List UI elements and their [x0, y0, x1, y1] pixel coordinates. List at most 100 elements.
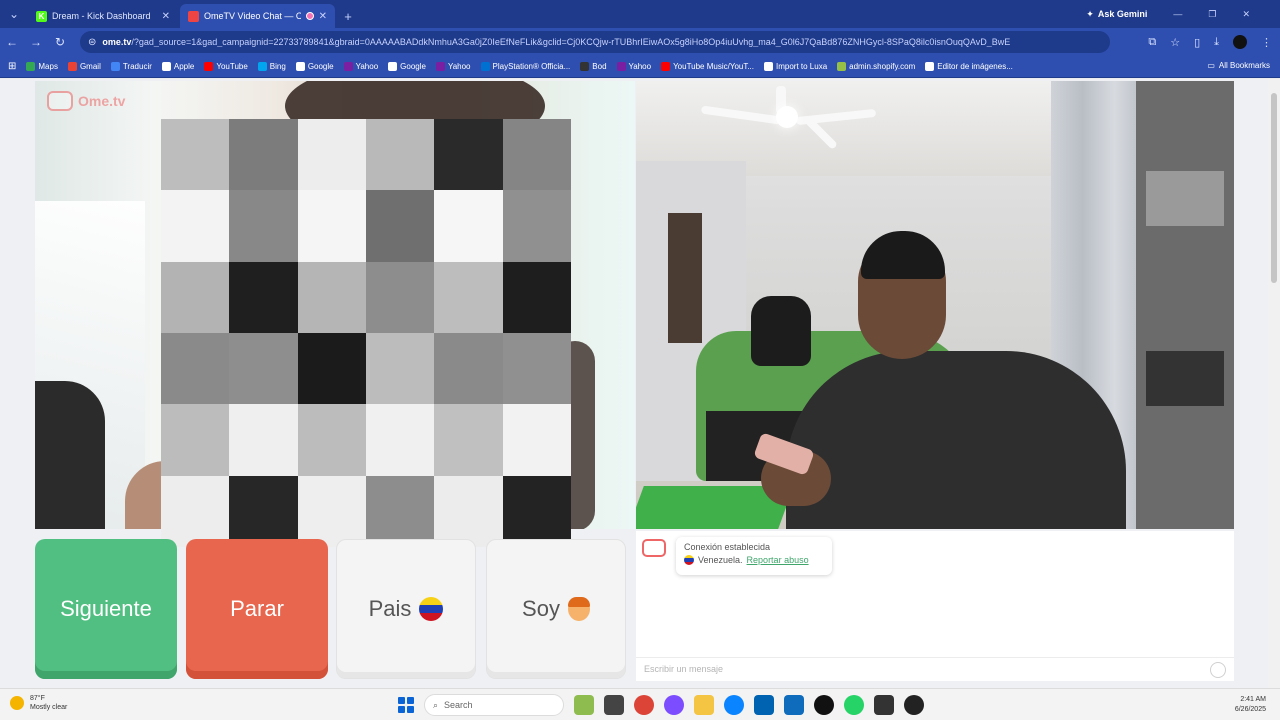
apps-grid-icon[interactable]: ⊞	[8, 61, 16, 72]
bookmark-item[interactable]: Yahoo	[616, 62, 651, 71]
new-tab-icon[interactable]: +	[337, 4, 359, 28]
bookmark-item[interactable]: Yahoo	[435, 62, 471, 71]
tab-kick-dashboard[interactable]: K Dream - Kick Dashboard ✕	[28, 4, 178, 28]
clock-time: 2:41 AM	[1240, 696, 1266, 703]
weather-widget[interactable]: 87°F Mostly clear	[10, 694, 67, 712]
pixel-tile	[366, 261, 435, 333]
task-view-icon[interactable]	[604, 695, 624, 715]
bookmark-favicon-icon	[161, 62, 171, 71]
ask-gemini-button[interactable]: ✦ Ask Gemini	[1086, 9, 1147, 20]
pixel-tile	[229, 404, 298, 476]
url-text: ome.tv/?gad_source=1&gad_campaignid=2273…	[102, 37, 1011, 47]
system-clock[interactable]: 2:41 AM 6/26/2025	[1235, 695, 1266, 715]
shelf-box	[1146, 351, 1224, 406]
pixel-tile	[434, 404, 503, 476]
ometv-logo-icon	[47, 91, 73, 111]
tiktok-icon[interactable]	[814, 695, 834, 715]
chrome-icon[interactable]	[634, 695, 654, 715]
shelf	[1136, 81, 1234, 529]
tab-ometv[interactable]: OmeTV Video Chat — Ome ✕	[180, 4, 335, 28]
bookmark-item[interactable]: Google	[388, 62, 426, 71]
bookmark-label: Apple	[173, 62, 195, 71]
stop-button[interactable]: Parar	[186, 539, 328, 679]
all-bookmarks-label: All Bookmarks	[1218, 61, 1270, 70]
file-explorer-icon[interactable]	[694, 695, 714, 715]
bookmark-star-icon[interactable]: ☆	[1170, 36, 1180, 49]
pixel-tile	[229, 119, 298, 191]
boy-icon	[567, 597, 590, 621]
bookmark-item[interactable]: Bing	[257, 62, 286, 71]
ometv-favicon-icon	[188, 10, 199, 22]
pixel-tile	[161, 119, 230, 191]
media-app-icon[interactable]	[874, 695, 894, 715]
pixel-tile	[366, 190, 435, 262]
bookmark-item[interactable]: Editor de imágenes...	[925, 62, 1013, 71]
copilot-icon[interactable]	[664, 695, 684, 715]
bookmark-item[interactable]: Import to Luxa	[764, 62, 827, 71]
menu-icon[interactable]: ⋮	[1261, 36, 1272, 49]
bookmark-label: Editor de imágenes...	[937, 62, 1013, 71]
bookmark-item[interactable]: Google	[295, 62, 334, 71]
bookmark-favicon-icon	[661, 62, 671, 71]
bookmark-item[interactable]: admin.shopify.com	[837, 62, 915, 71]
gender-button[interactable]: Soy	[486, 539, 626, 679]
profile-avatar[interactable]	[1233, 35, 1247, 49]
report-abuse-link[interactable]: Reportar abuso	[747, 555, 809, 565]
bookmark-label: Yahoo	[447, 62, 471, 71]
minimize-icon[interactable]: —	[1173, 9, 1182, 19]
bookmark-label: Gmail	[79, 62, 101, 71]
bookmark-item[interactable]: Bod	[580, 62, 607, 71]
pixel-tile	[297, 119, 366, 191]
bookmark-item[interactable]: YouTube Music/YouT...	[661, 62, 754, 71]
next-button[interactable]: Siguiente	[35, 539, 177, 679]
back-icon[interactable]: ←	[0, 30, 24, 54]
all-bookmarks-button[interactable]: ▭ All Bookmarks	[1207, 61, 1270, 70]
address-bar[interactable]: ⊜ ome.tv/?gad_source=1&gad_campaignid=22…	[80, 31, 1110, 53]
bookmark-item[interactable]: Yahoo	[343, 62, 378, 71]
windows-start-icon[interactable]	[398, 697, 414, 713]
cast-icon[interactable]: ⧉	[1148, 36, 1156, 49]
recorder-icon[interactable]	[904, 695, 924, 715]
bookmark-item[interactable]: Gmail	[67, 62, 101, 71]
stranger-shoulder	[35, 381, 105, 529]
site-info-icon[interactable]: ⊜	[88, 37, 96, 48]
close-icon[interactable]: ✕	[162, 11, 170, 22]
forward-icon[interactable]: →	[24, 30, 48, 54]
scrollbar-thumb[interactable]	[1271, 93, 1277, 283]
store-icon[interactable]	[754, 695, 774, 715]
close-icon[interactable]: ✕	[319, 11, 327, 22]
country-name: Venezuela.	[698, 555, 743, 565]
windows-taskbar: 87°F Mostly clear ⌕ Search 2:41 AM 6/26/…	[0, 688, 1280, 720]
window-close-icon[interactable]: ✕	[1242, 9, 1250, 20]
download-icon[interactable]: ⤓	[1214, 36, 1219, 49]
mail-icon[interactable]	[784, 695, 804, 715]
bookmark-favicon-icon	[204, 62, 214, 71]
maximize-icon[interactable]: ❐	[1208, 9, 1216, 20]
whatsapp-icon[interactable]	[844, 695, 864, 715]
extensions-icon[interactable]: ▯	[1194, 36, 1200, 49]
edge-icon[interactable]	[724, 695, 744, 715]
pixel-tile	[161, 190, 230, 262]
bookmark-label: Bing	[269, 62, 286, 71]
bookmark-favicon-icon	[388, 62, 398, 71]
country-button[interactable]: Pais	[336, 539, 476, 679]
pixel-tile	[297, 261, 366, 333]
bookmark-item[interactable]: PlayStation® Officia...	[480, 62, 570, 71]
bookmark-favicon-icon	[435, 62, 445, 71]
browser-toolbar: ← → ↻ ⊜ ome.tv/?gad_source=1&gad_campaig…	[0, 28, 1280, 56]
page-scrollbar[interactable]	[1268, 79, 1280, 688]
reload-icon[interactable]: ↻	[48, 30, 72, 54]
pixel-tile	[366, 119, 435, 191]
taskbar-search[interactable]: ⌕ Search	[424, 694, 564, 716]
venezuela-flag-icon	[419, 597, 444, 621]
bookmark-item[interactable]: YouTube	[204, 62, 248, 71]
bookmark-item[interactable]: Maps	[26, 62, 58, 71]
tab-search-icon[interactable]: ⌄	[0, 0, 28, 28]
chat-input[interactable]: Escribir un mensaje	[636, 657, 1234, 681]
emoji-icon[interactable]	[1210, 662, 1226, 678]
bookmark-favicon-icon	[616, 62, 626, 71]
doorway	[668, 213, 702, 343]
widget-app-icon[interactable]	[574, 695, 594, 715]
bookmark-item[interactable]: Apple	[161, 62, 195, 71]
bookmark-item[interactable]: Traducir	[110, 62, 152, 71]
